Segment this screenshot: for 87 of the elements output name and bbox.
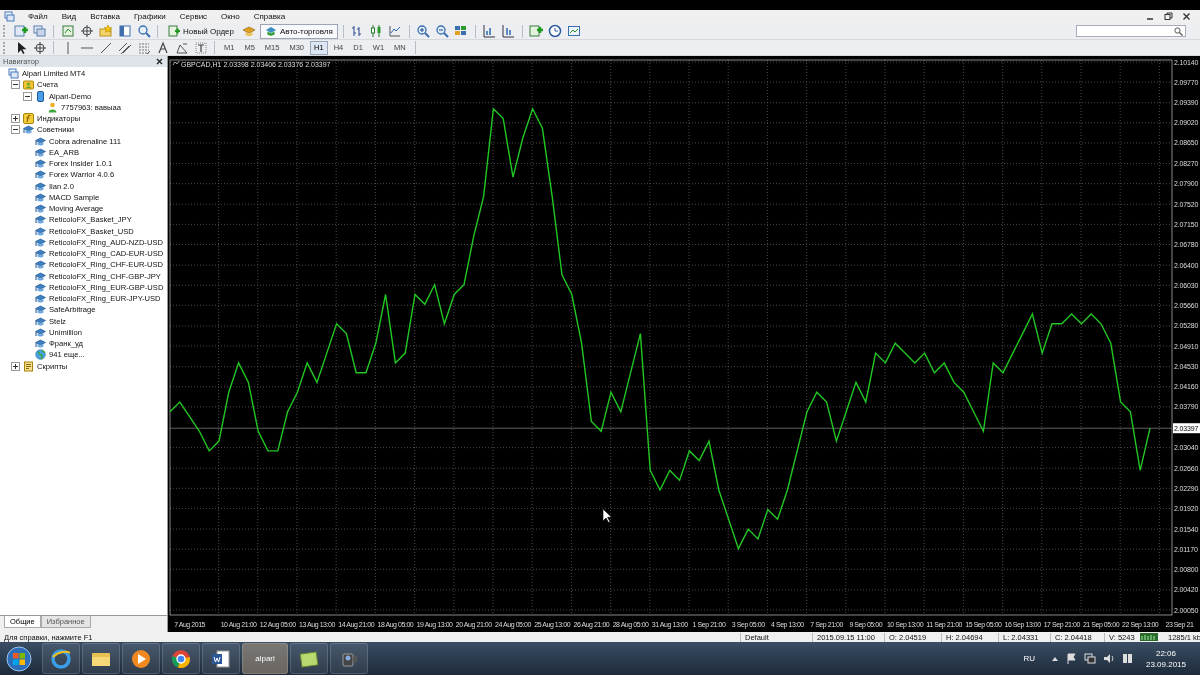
crosshair-icon[interactable] (79, 24, 94, 38)
taskbar-app[interactable] (202, 643, 240, 674)
clock-icon[interactable] (548, 24, 563, 38)
auto-trading-button[interactable]: Авто-торговля (260, 23, 338, 39)
graduation-cap-icon (35, 180, 46, 192)
flag-icon[interactable] (1065, 653, 1077, 664)
restore-icon[interactable] (1164, 12, 1173, 21)
menu-item[interactable]: Справка (246, 12, 293, 21)
tile-windows-icon[interactable] (454, 24, 469, 38)
language-indicator[interactable]: RU (1023, 654, 1035, 663)
clock[interactable]: 22:06 23.09.2015 (1145, 647, 1186, 670)
graduation-cap-icon (35, 270, 46, 282)
line-chart-icon[interactable] (388, 24, 403, 38)
graduation-cap-icon (35, 293, 46, 305)
trendline-icon[interactable] (98, 40, 113, 55)
candlestick-icon[interactable] (369, 24, 384, 38)
graduation-cap-icon (35, 203, 46, 215)
menu-item[interactable]: Вставка (83, 12, 127, 21)
crosshair-icon[interactable] (32, 40, 47, 55)
document-icon (210, 647, 232, 670)
graduation-cap-icon (35, 135, 46, 147)
menu-item[interactable]: Вид (54, 12, 84, 21)
chart-shift-icon[interactable] (482, 24, 497, 38)
graduation-cap-icon (265, 25, 277, 37)
graduation-cap-icon (35, 315, 46, 327)
menu-item[interactable]: Сервис (172, 12, 215, 21)
globe-icon (35, 349, 46, 361)
person-icon (47, 101, 58, 113)
new-order-button[interactable]: Новый Ордер (163, 23, 239, 39)
text-tool-icon[interactable] (155, 40, 170, 55)
server-icon (35, 90, 46, 102)
document-plus-icon (168, 25, 180, 37)
close-icon[interactable] (156, 58, 163, 65)
app-icon[interactable] (4, 11, 15, 22)
label-icon[interactable] (193, 40, 208, 55)
chart-icon (172, 60, 180, 66)
speaker-icon[interactable] (1102, 653, 1115, 664)
graduation-cap-icon (35, 338, 46, 350)
tree-toggle[interactable] (10, 125, 20, 135)
search-field[interactable] (1076, 25, 1186, 37)
graduation-cap-icon (35, 326, 46, 338)
autoscroll-icon[interactable] (501, 24, 516, 38)
template-icon[interactable] (567, 24, 582, 38)
taskbar-app[interactable] (82, 643, 120, 674)
zoom-in-icon[interactable] (416, 24, 431, 38)
magnifier-icon[interactable] (136, 24, 151, 38)
browser-icon (170, 647, 192, 670)
tree-toggle[interactable] (10, 361, 20, 371)
taskbar-app[interactable]: alpari (242, 643, 288, 674)
graduation-cap-icon (35, 304, 46, 316)
graduation-cap-icon[interactable] (242, 24, 257, 38)
triangle-icon[interactable] (174, 40, 189, 55)
clock-time: 22:06 (1155, 647, 1176, 659)
mouse-cursor-icon (602, 508, 612, 523)
graduation-cap-icon (35, 158, 46, 170)
menu-item[interactable]: Графики (126, 12, 173, 21)
taskbar-app[interactable] (290, 643, 328, 674)
graduation-cap-icon (35, 236, 46, 248)
menu-item[interactable]: Окно (214, 12, 247, 21)
window-icon[interactable] (117, 24, 132, 38)
graduation-cap-icon (35, 169, 46, 181)
browser-icon (50, 647, 72, 670)
network-icon[interactable] (1083, 653, 1096, 664)
tree-toggle[interactable] (10, 114, 20, 124)
star-folder-icon[interactable] (98, 24, 113, 38)
graduation-cap-icon (23, 124, 34, 136)
graduation-cap-icon (35, 225, 46, 237)
zoom-out-icon[interactable] (435, 24, 450, 38)
graduation-cap-icon (35, 146, 46, 158)
play-icon (130, 647, 152, 670)
indicator-icon (23, 113, 34, 125)
tree-toggle[interactable] (10, 80, 20, 90)
close-icon[interactable] (1182, 12, 1191, 21)
menu-item[interactable]: Файл (21, 12, 55, 21)
taskbar-app[interactable] (162, 643, 200, 674)
graduation-cap-icon (35, 281, 46, 293)
graduation-cap-icon (35, 248, 46, 260)
start-button[interactable] (6, 645, 32, 672)
connection-icon (1140, 633, 1158, 641)
graduation-cap-icon (35, 214, 46, 226)
taskbar-app[interactable] (122, 643, 160, 674)
graduation-cap-icon (35, 259, 46, 271)
graduation-cap-icon (35, 191, 46, 203)
search-icon (1174, 26, 1183, 36)
tree-toggle[interactable] (22, 91, 32, 101)
taskbar-app[interactable] (42, 643, 80, 674)
clock-date: 23.09.2015 (1145, 658, 1186, 670)
